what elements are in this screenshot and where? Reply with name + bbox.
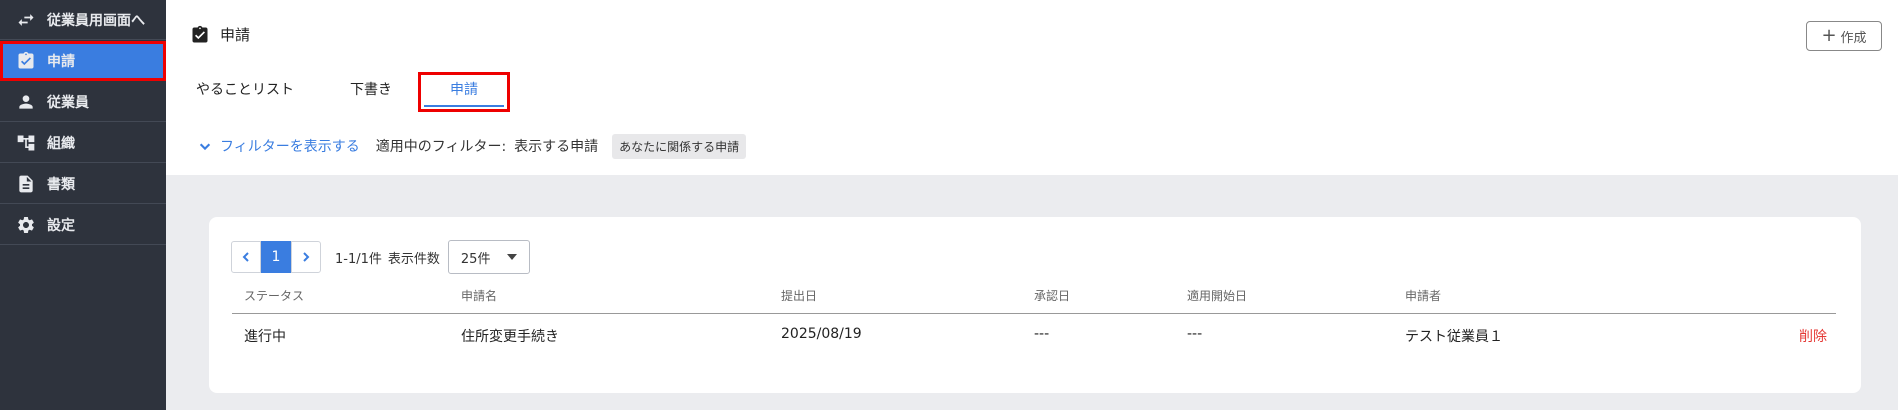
caret-down-icon xyxy=(506,254,517,260)
cell-name[interactable]: 住所変更手続き xyxy=(461,326,559,346)
gear-icon xyxy=(15,214,37,236)
person-icon xyxy=(15,91,37,113)
sidebar-item-documents[interactable]: 書類 xyxy=(0,164,166,204)
delete-button[interactable]: 削除 xyxy=(1799,326,1827,346)
tab-drafts[interactable]: 下書き xyxy=(350,74,392,110)
sidebar-item-label: 組織 xyxy=(47,135,75,152)
page-range-text: 1-1/1件 xyxy=(335,251,382,267)
chevron-down-icon xyxy=(199,143,211,151)
per-page-label: 表示件数 xyxy=(387,251,440,267)
sidebar-item-employee-view[interactable]: 従業員用画面へ xyxy=(0,0,166,40)
swap-arrows-icon xyxy=(15,9,37,31)
tab-applications[interactable]: 申請 xyxy=(418,72,510,112)
cell-start-date: --- xyxy=(1187,326,1203,342)
page-title-text: 申請 xyxy=(220,26,251,44)
column-header-status: ステータス xyxy=(244,289,305,303)
next-page-button[interactable] xyxy=(291,241,321,273)
column-header-approved: 承認日 xyxy=(1034,289,1071,303)
chevron-left-icon xyxy=(242,252,249,262)
org-chart-icon xyxy=(15,132,37,154)
per-page-value: 25件 xyxy=(460,251,491,267)
sidebar-item-label: 設定 xyxy=(47,217,75,234)
create-button[interactable]: + 作成 xyxy=(1806,21,1882,51)
table-header-divider xyxy=(232,313,1836,314)
filter-bar: フィルターを表示する 適用中のフィルター: 表示する申請 あなたに関係する申請 xyxy=(198,132,747,160)
applied-filter-label: 適用中のフィルター: xyxy=(375,139,507,155)
column-header-submitted: 提出日 xyxy=(781,289,818,303)
cell-submitted: 2025/08/19 xyxy=(781,326,862,342)
cell-status: 進行中 xyxy=(244,329,286,345)
sidebar: 従業員用画面へ 申請 従業員 組織 書類 設定 xyxy=(0,0,166,410)
sidebar-item-applications[interactable]: 申請 xyxy=(0,41,166,81)
pagination: 1 1-1/1件 表示件数 25件 xyxy=(231,240,530,274)
column-header-name: 申請名 xyxy=(461,289,498,303)
filter-chip: あなたに関係する申請 xyxy=(612,133,747,159)
tab-todo-list[interactable]: やることリスト xyxy=(196,74,294,110)
sidebar-item-label: 従業員用画面へ xyxy=(47,12,145,29)
page-title: 申請 xyxy=(190,24,250,45)
show-filter-toggle[interactable]: フィルターを表示する xyxy=(198,136,360,156)
page-number-button[interactable]: 1 xyxy=(261,241,291,273)
sidebar-item-employees[interactable]: 従業員 xyxy=(0,82,166,122)
sidebar-item-label: 申請 xyxy=(47,54,75,70)
per-page-select[interactable]: 25件 xyxy=(447,240,530,274)
cell-approved: --- xyxy=(1034,326,1050,342)
column-header-start-date: 適用開始日 xyxy=(1187,289,1248,303)
clipboard-check-icon xyxy=(15,50,37,72)
plus-icon: + xyxy=(1821,25,1837,46)
display-filter-label: 表示する申請 xyxy=(514,139,599,155)
sidebar-item-settings[interactable]: 設定 xyxy=(0,205,166,245)
prev-page-button[interactable] xyxy=(231,241,261,273)
column-header-applicant: 申請者 xyxy=(1405,289,1442,303)
cell-applicant: テスト従業員１ xyxy=(1405,329,1503,345)
sidebar-item-organization[interactable]: 組織 xyxy=(0,123,166,163)
chevron-right-icon xyxy=(303,252,310,262)
clipboard-check-icon xyxy=(192,25,208,42)
sidebar-item-label: 従業員 xyxy=(47,94,89,111)
show-filter-label: フィルターを表示する xyxy=(220,139,360,155)
sidebar-item-label: 書類 xyxy=(47,176,75,193)
create-button-label: 作成 xyxy=(1840,30,1867,46)
document-icon xyxy=(15,173,37,195)
